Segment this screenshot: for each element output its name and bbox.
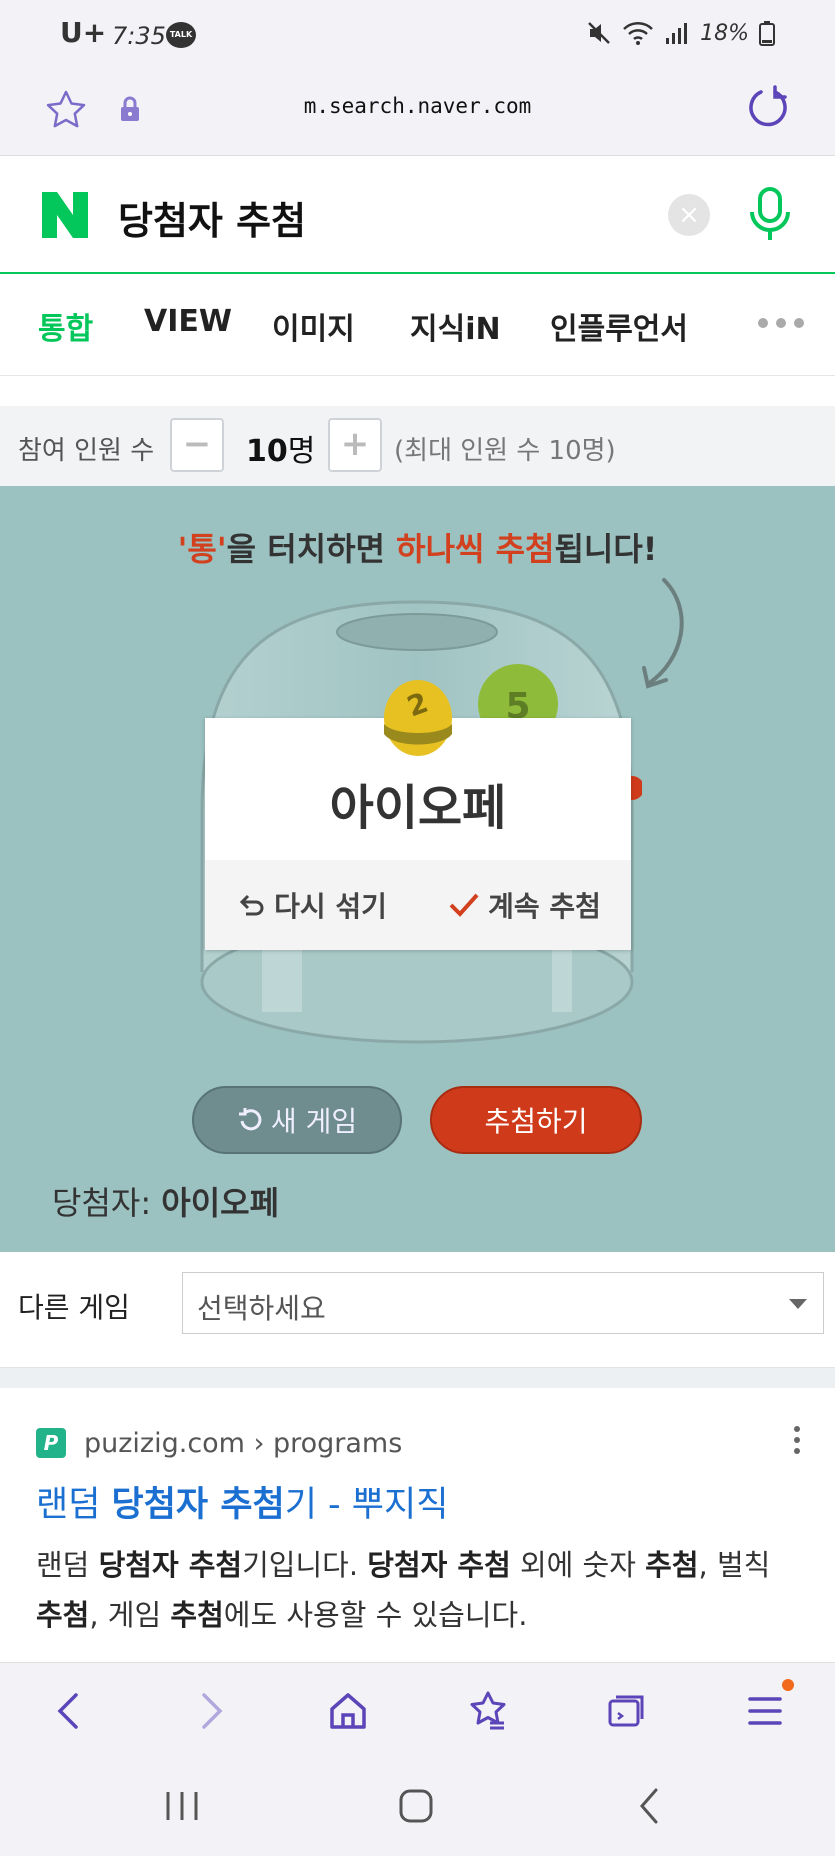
tab-influencer[interactable]: 인플루언서: [550, 304, 688, 348]
participant-count-value: 10명: [246, 426, 315, 470]
forward-icon[interactable]: [186, 1687, 234, 1735]
home-nav-icon[interactable]: [396, 1786, 436, 1826]
desc-text: 에도 사용할 수 있습니다.: [223, 1598, 528, 1632]
search-header: 당첨자 추첨 ×: [0, 156, 835, 274]
tab-knowledge-in[interactable]: 지식iN: [410, 304, 501, 348]
wifi-icon: [623, 22, 653, 45]
home-icon[interactable]: [324, 1687, 372, 1735]
desc-text: 기입니다.: [242, 1548, 368, 1582]
max-participants-text: (최대 인원 수 10명): [394, 436, 616, 466]
desc-text: 외에 숫자: [510, 1548, 646, 1582]
desc-bold: 추첨: [36, 1598, 90, 1632]
curved-arrow-icon: [642, 578, 684, 689]
other-game-label: 다른 게임: [18, 1291, 130, 1324]
search-input[interactable]: 당첨자 추첨: [118, 190, 306, 245]
clear-icon[interactable]: ×: [668, 194, 710, 236]
winner-line: 당첨자: 아이오페: [52, 1178, 279, 1224]
refresh-icon: [238, 1108, 262, 1131]
new-game-button[interactable]: 새 게임: [192, 1086, 402, 1154]
microphone-icon[interactable]: [746, 186, 794, 244]
new-game-label: 새 게임: [270, 1105, 358, 1138]
signal-icon: [666, 23, 688, 44]
reload-icon[interactable]: [745, 84, 791, 130]
more-tabs-icon[interactable]: [758, 318, 804, 328]
search-tabs: 통합 VIEW 이미지 지식iN 인플루언서: [0, 276, 835, 376]
system-navigation-bar: [0, 1756, 835, 1856]
instruction-highlight-1: '통': [177, 530, 227, 568]
menu-icon[interactable]: [742, 1687, 790, 1735]
title-part: 기 - 뿌지직: [284, 1485, 449, 1525]
url-text[interactable]: m.search.naver.com: [0, 94, 835, 118]
other-game-row: 다른 게임 선택하세요: [0, 1252, 835, 1368]
kakaotalk-notification-icon: TALK: [166, 22, 196, 48]
desc-text: , 게임: [89, 1598, 171, 1632]
status-bar: U+ 7:35 TALK 18%: [0, 0, 835, 72]
chevron-down-icon: [789, 1299, 807, 1309]
count-number: 10: [246, 434, 288, 469]
status-icons: 18%: [586, 20, 775, 46]
more-options-icon[interactable]: [794, 1426, 800, 1454]
desc-text: 랜덤: [36, 1548, 99, 1582]
tab-integrated[interactable]: 통합: [38, 304, 93, 348]
desc-text: , 벌칙: [698, 1548, 771, 1582]
ball-2: 2: [384, 680, 452, 756]
title-bold: 당첨자 추첨: [111, 1485, 285, 1525]
game-instruction: '통'을 터치하면 하나씩 추첨됩니다!: [0, 524, 835, 570]
check-icon: [449, 893, 479, 917]
naver-logo-icon[interactable]: [40, 190, 90, 240]
select-value: 선택하세요: [197, 1292, 326, 1325]
continue-draw-button[interactable]: 계속 추첨: [418, 860, 631, 950]
bookmarks-icon[interactable]: [464, 1687, 512, 1735]
drawn-name: 아이오페: [329, 780, 507, 836]
desc-bold: 당첨자 추첨: [98, 1548, 243, 1582]
browser-toolbar: [0, 1662, 835, 1756]
continue-label: 계속 추첨: [488, 890, 601, 923]
back-nav-icon[interactable]: [634, 1786, 664, 1826]
winner-label: 당첨자:: [52, 1184, 152, 1222]
desc-bold: 추첨: [645, 1548, 699, 1582]
other-game-select[interactable]: 선택하세요: [182, 1272, 824, 1334]
recent-apps-icon[interactable]: [160, 1786, 204, 1826]
draw-button[interactable]: 추첨하기: [430, 1086, 642, 1154]
result-title-link[interactable]: 랜덤 당첨자 추첨기 - 뿌지직: [36, 1476, 448, 1527]
undo-icon: [239, 894, 264, 916]
back-icon[interactable]: [46, 1687, 94, 1735]
site-favicon-icon: P: [36, 1428, 66, 1458]
result-site-path[interactable]: puzizig.com › programs: [84, 1428, 402, 1459]
tabs-icon[interactable]: [604, 1687, 652, 1735]
lottery-game: '통'을 터치하면 하나씩 추첨됩니다! 5 아이오페 다시 섞기 계속 추첨 …: [0, 486, 835, 1252]
tab-images[interactable]: 이미지: [272, 304, 355, 348]
result-description: 랜덤 당첨자 추첨기입니다. 당첨자 추첨 외에 숫자 추첨, 벌칙 추첨, 게…: [36, 1540, 806, 1640]
clock: 7:35: [112, 22, 166, 50]
battery-icon: [759, 21, 775, 46]
increase-button[interactable]: +: [328, 418, 382, 472]
instruction-text-2: 됩니다!: [554, 530, 658, 568]
desc-bold: 추첨: [170, 1598, 224, 1632]
instruction-highlight-2: 하나씩 추첨: [396, 530, 555, 568]
reshuffle-button[interactable]: 다시 섞기: [205, 860, 418, 950]
title-part: 랜덤: [36, 1485, 112, 1525]
section-divider: [0, 1368, 835, 1388]
reshuffle-label: 다시 섞기: [274, 890, 387, 923]
tab-view[interactable]: VIEW: [144, 304, 232, 339]
desc-bold: 당첨자 추첨: [367, 1548, 511, 1582]
decrease-button[interactable]: −: [170, 418, 224, 472]
winner-name: 아이오페: [161, 1184, 280, 1222]
carrier-label: U+: [60, 16, 107, 49]
draw-label: 추첨하기: [484, 1105, 588, 1138]
notification-dot: [782, 1679, 794, 1691]
result-actions: 다시 섞기 계속 추첨: [205, 860, 631, 950]
mute-icon: [588, 22, 610, 44]
participant-count-label: 참여 인원 수: [18, 436, 155, 466]
search-result-item: P puzizig.com › programs 랜덤 당첨자 추첨기 - 뿌지…: [0, 1388, 835, 1660]
participant-count-row: 참여 인원 수 − 10명 + (최대 인원 수 10명): [0, 406, 835, 486]
browser-url-bar: m.search.naver.com: [0, 72, 835, 156]
battery-percent: 18%: [700, 20, 749, 46]
count-unit: 명: [287, 434, 316, 469]
instruction-text-1: 을 터치하면: [226, 530, 397, 568]
